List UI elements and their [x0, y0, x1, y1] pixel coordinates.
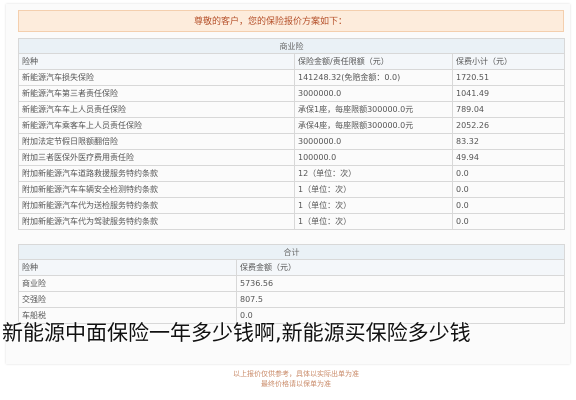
table-cell: 100000.0 [294, 149, 453, 166]
table-cell: 附加新能源汽车代为送检服务特约条款 [18, 197, 295, 214]
table-cell: 附加新能源汽车代为驾驶服务特约条款 [18, 213, 295, 230]
summary-table: 合计 险种 保费金额（元） 商业险 5736.56 交强险 807.5 车船税 0.0 [18, 244, 565, 324]
table-cell: 新能源汽车车上人员责任保险 [18, 101, 295, 118]
table-cell: 附加新能源汽车车辆安全检测特约条款 [18, 181, 295, 198]
table-cell: 1（单位：次） [294, 181, 453, 198]
column-header: 险种 [18, 259, 237, 276]
column-header: 保险金额/责任限额（元） [294, 53, 453, 70]
quote-document: 尊敬的客户，您的保险报价方案如下： 商业险 险种 保险金额/责任限额（元） 保费… [6, 4, 570, 388]
footer-disclaimer: 以上报价仅供参考，具体以实际出单为准 最终价格请以保单为准 [176, 369, 416, 389]
table-cell: 0.0 [451, 213, 566, 230]
footer-line: 最终价格请以保单为准 [261, 380, 331, 388]
table-header-row: 险种 保费金额（元） [18, 259, 565, 276]
table-row: 附加新能源汽车代为驾驶服务特约条款 1（单位：次） 0.0 [18, 213, 566, 230]
table-cell: 3000000.0 [294, 133, 453, 150]
table-row: 交强险 807.5 [18, 291, 565, 308]
table-row: 附加新能源汽车代为送检服务特约条款 1（单位：次） 0.0 [18, 197, 566, 214]
table-section-header: 商业险 [17, 38, 566, 54]
table-row: 附加新能源汽车车辆安全检测特约条款 1（单位：次） 0.0 [18, 181, 566, 198]
table-cell: 交强险 [18, 291, 237, 308]
table-cell: 49.94 [451, 149, 566, 166]
table-row: 附加法定节假日限额翻倍险 3000000.0 83.32 [18, 133, 566, 150]
table-cell: 新能源汽车第三者责任保险 [18, 85, 295, 102]
quote-notice: 尊敬的客户，您的保险报价方案如下： [18, 10, 564, 32]
table-row: 附加新能源汽车道路救援服务特约条款 12（单位：次） 0.0 [18, 165, 566, 182]
table-section-header: 合计 [18, 244, 565, 260]
table-cell: 12（单位：次） [294, 165, 453, 182]
commercial-insurance-table: 商业险 险种 保险金额/责任限额（元） 保费小计（元） 新能源汽车损失保险 141… [17, 38, 566, 230]
table-row: 新能源汽车乘客车上人员责任保险 承保4座，每座限额300000.0元 2052.26 [18, 117, 566, 134]
table-cell: 0.0 [451, 197, 566, 214]
table-cell: 789.04 [451, 101, 566, 118]
table-cell: 141248.32(免赔金额：0.0) [294, 69, 453, 86]
table-cell: 807.5 [236, 291, 565, 308]
section-title: 商业险 [17, 38, 566, 54]
table-cell: 1（单位：次） [294, 197, 453, 214]
table-cell: 附加新能源汽车道路救援服务特约条款 [18, 165, 295, 182]
table-cell: 5736.56 [236, 275, 565, 292]
table-cell: 3000000.0 [294, 85, 453, 102]
section-title: 合计 [18, 244, 565, 260]
table-cell: 商业险 [18, 275, 237, 292]
table-row: 新能源汽车损失保险 141248.32(免赔金额：0.0) 1720.51 [18, 69, 566, 86]
table-cell: 0.0 [451, 181, 566, 198]
table-cell: 新能源汽车损失保险 [18, 69, 295, 86]
table-row: 新能源汽车第三者责任保险 3000000.0 1041.49 [18, 85, 566, 102]
table-cell: 1（单位：次） [294, 213, 453, 230]
column-header: 险种 [18, 53, 295, 70]
table-cell: 附加法定节假日限额翻倍险 [18, 133, 295, 150]
table-cell: 1720.51 [451, 69, 566, 86]
column-header: 保费金额（元） [236, 259, 565, 276]
table-cell: 附加三者医保外医疗费用责任险 [18, 149, 295, 166]
table-header-row: 险种 保险金额/责任限额（元） 保费小计（元） [18, 53, 566, 70]
table-cell: 2052.26 [451, 117, 566, 134]
article-caption: 新能源中面保险一年多少钱啊,新能源买保险多少钱 [2, 321, 471, 345]
footer-line: 以上报价仅供参考，具体以实际出单为准 [233, 370, 359, 378]
column-header: 保费小计（元） [451, 53, 566, 70]
table-row: 新能源汽车车上人员责任保险 承保1座，每座限额300000.0元 789.04 [18, 101, 566, 118]
table-cell: 承保4座，每座限额300000.0元 [294, 117, 453, 134]
table-cell: 1041.49 [451, 85, 566, 102]
table-cell: 0.0 [451, 165, 566, 182]
table-row: 商业险 5736.56 [18, 275, 565, 292]
table-row: 附加三者医保外医疗费用责任险 100000.0 49.94 [18, 149, 566, 166]
table-cell: 83.32 [451, 133, 566, 150]
table-cell: 新能源汽车乘客车上人员责任保险 [18, 117, 295, 134]
table-cell: 承保1座，每座限额300000.0元 [294, 101, 453, 118]
